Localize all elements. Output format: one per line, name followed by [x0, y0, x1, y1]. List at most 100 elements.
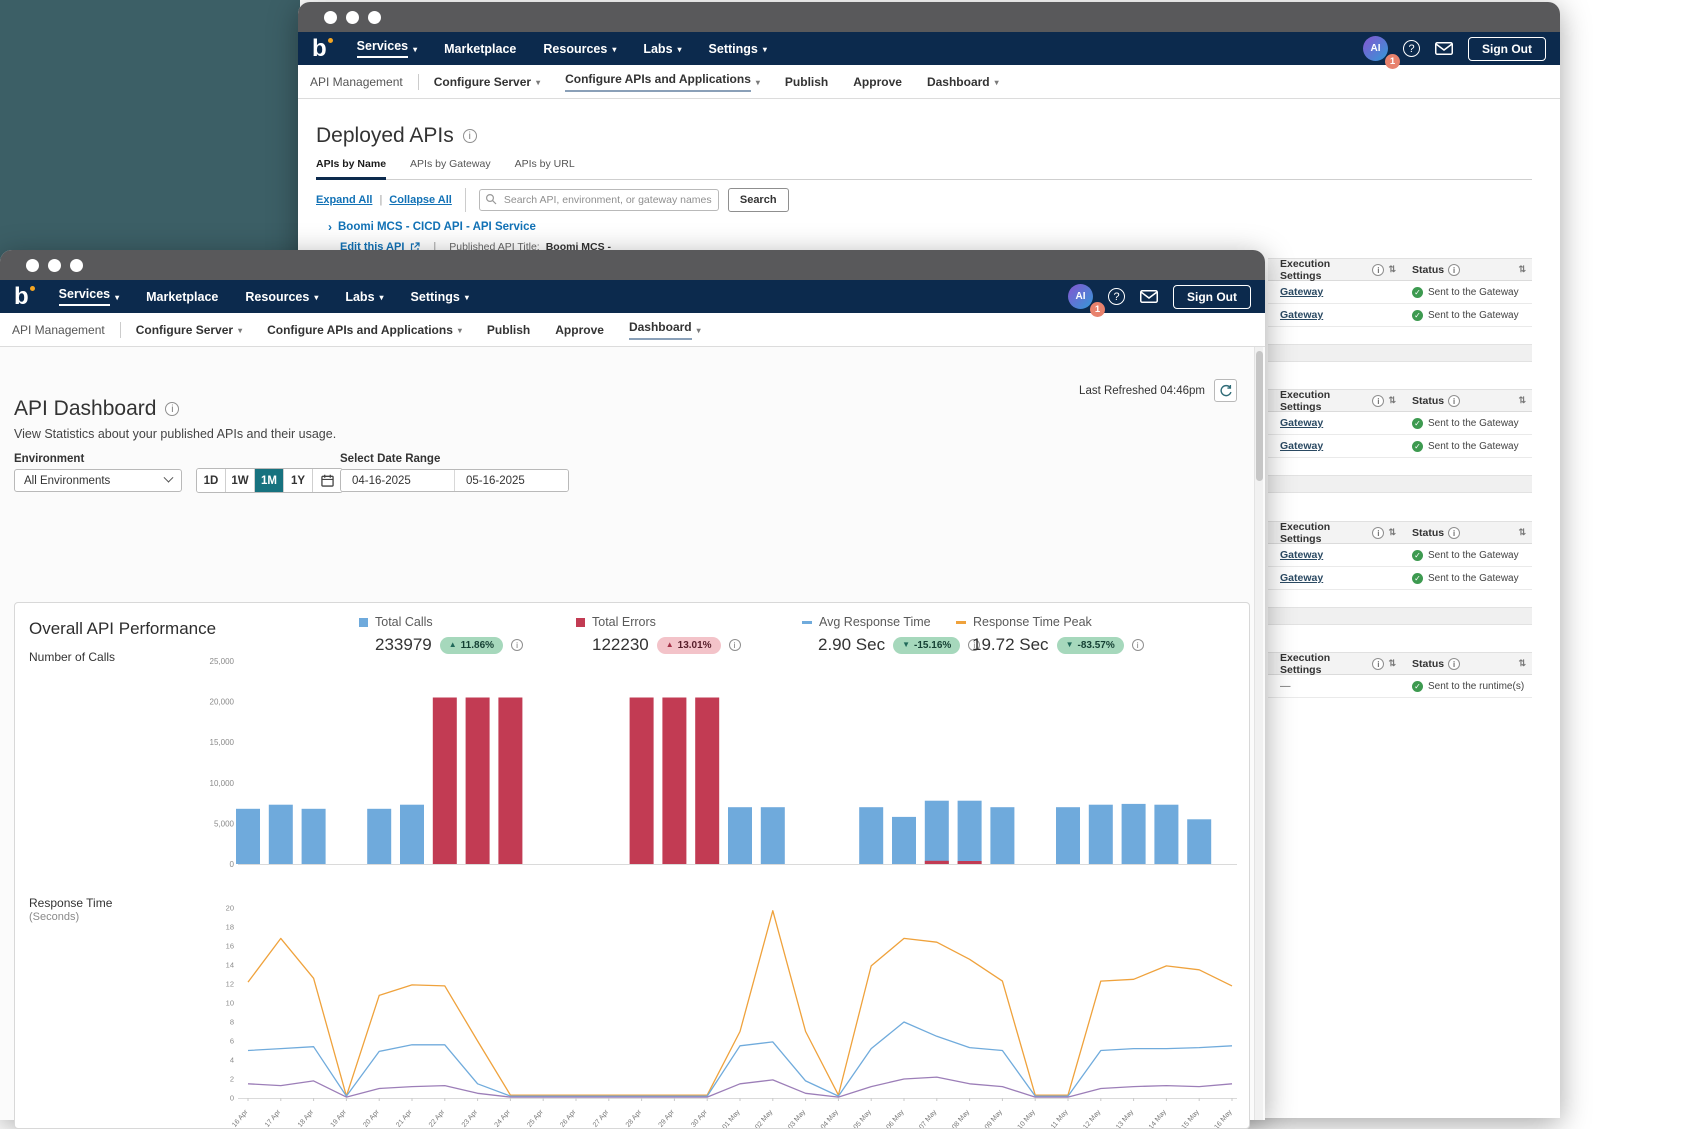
window-minimize-button[interactable]: [48, 259, 61, 272]
sign-out-button[interactable]: Sign Out: [1468, 37, 1546, 61]
tab-apis-by-gateway[interactable]: APIs by Gateway: [410, 158, 491, 179]
gateway-link[interactable]: Gateway: [1280, 440, 1323, 452]
sign-out-button[interactable]: Sign Out: [1173, 285, 1251, 309]
caret-down-icon: ▾: [612, 46, 616, 54]
info-icon[interactable]: i: [1448, 527, 1460, 539]
svg-text:25,000: 25,000: [210, 657, 235, 666]
info-icon[interactable]: i: [1372, 264, 1384, 276]
subnav-item-dashboard[interactable]: Dashboard▾: [629, 320, 701, 340]
caret-down-icon: ▾: [413, 46, 417, 54]
nav-item-labs[interactable]: Labs▾: [345, 290, 383, 304]
nav-item-services[interactable]: Services▾: [357, 39, 417, 58]
expand-all-link[interactable]: Expand All: [316, 194, 372, 206]
environment-select[interactable]: All Environments: [14, 469, 182, 492]
subnav-item-api-management[interactable]: API Management: [310, 75, 403, 89]
sort-icon[interactable]: ⇅: [1388, 395, 1396, 406]
api-list-row[interactable]: › Boomi MCS - CICD API - API Service: [328, 220, 536, 234]
info-icon[interactable]: i: [463, 129, 477, 143]
range-1w-button[interactable]: 1W: [226, 469, 255, 492]
sort-icon[interactable]: ⇅: [1518, 395, 1526, 406]
nav-item-settings[interactable]: Settings▾: [709, 42, 767, 56]
svg-text:10 May: 10 May: [1017, 1108, 1037, 1128]
date-from-input[interactable]: [341, 470, 454, 491]
caret-down-icon: ▾: [756, 78, 760, 87]
tab-apis-by-url[interactable]: APIs by URL: [515, 158, 575, 179]
sort-icon[interactable]: ⇅: [1518, 264, 1526, 275]
info-icon[interactable]: i: [165, 402, 179, 416]
nav-item-services[interactable]: Services▾: [59, 287, 119, 306]
page-title: API Dashboardi: [14, 397, 179, 421]
search-input[interactable]: [479, 189, 719, 211]
collapsed-section-row[interactable]: [1268, 344, 1532, 362]
gateway-link[interactable]: Gateway: [1280, 549, 1323, 561]
boomi-logo[interactable]: b: [14, 286, 29, 308]
mail-icon[interactable]: [1435, 42, 1453, 55]
nav-item-resources[interactable]: Resources▾: [543, 42, 616, 56]
table-row: Gateway ✓Sent to the Gateway: [1268, 544, 1532, 567]
info-icon[interactable]: i: [1372, 658, 1384, 670]
date-to-input[interactable]: [455, 470, 568, 491]
sort-icon[interactable]: ⇅: [1388, 527, 1396, 538]
status-text: Sent to the Gateway: [1428, 573, 1519, 584]
calendar-button[interactable]: [313, 469, 342, 492]
window-close-button[interactable]: [324, 11, 337, 24]
api-name-link[interactable]: Boomi MCS - CICD API - API Service: [338, 221, 536, 233]
status-text: Sent to the Gateway: [1428, 441, 1519, 452]
nav-item-marketplace[interactable]: Marketplace: [146, 290, 218, 304]
page-subtitle: View Statistics about your published API…: [14, 427, 336, 441]
nav-item-marketplace[interactable]: Marketplace: [444, 42, 516, 56]
range-1m-button[interactable]: 1M: [255, 469, 284, 492]
nav-item-resources[interactable]: Resources▾: [245, 290, 318, 304]
subnav-item-configure-server[interactable]: Configure Server▾: [434, 75, 540, 89]
check-circle-icon: ✓: [1412, 550, 1423, 561]
sort-icon[interactable]: ⇅: [1388, 264, 1396, 275]
range-1y-button[interactable]: 1Y: [284, 469, 313, 492]
subnav-item-configure-server[interactable]: Configure Server▾: [136, 323, 242, 337]
vertical-scrollbar[interactable]: [1254, 347, 1263, 1120]
nav-item-settings[interactable]: Settings▾: [411, 290, 469, 304]
nav-item-labs[interactable]: Labs▾: [643, 42, 681, 56]
gateway-link[interactable]: Gateway: [1280, 286, 1323, 298]
collapse-all-link[interactable]: Collapse All: [389, 194, 452, 206]
subnav-item-configure-apis[interactable]: Configure APIs and Applications▾: [267, 323, 462, 337]
collapsed-section-row[interactable]: [1268, 475, 1532, 493]
tab-apis-by-name[interactable]: APIs by Name: [316, 158, 386, 180]
svg-text:24 Apr: 24 Apr: [494, 1108, 513, 1128]
subnav-item-publish[interactable]: Publish: [487, 323, 530, 337]
window-maximize-button[interactable]: [70, 259, 83, 272]
sort-icon[interactable]: ⇅: [1388, 658, 1396, 669]
subnav-item-dashboard[interactable]: Dashboard▾: [927, 75, 999, 89]
sort-icon[interactable]: ⇅: [1518, 527, 1526, 538]
info-icon[interactable]: i: [1448, 658, 1460, 670]
subnav-item-configure-apis[interactable]: Configure APIs and Applications▾: [565, 72, 760, 92]
range-1d-button[interactable]: 1D: [197, 469, 226, 492]
subnav-item-approve[interactable]: Approve: [853, 75, 902, 89]
window-minimize-button[interactable]: [346, 11, 359, 24]
help-icon[interactable]: ?: [1108, 288, 1125, 305]
svg-text:8: 8: [230, 1018, 234, 1027]
subnav-item-approve[interactable]: Approve: [555, 323, 604, 337]
subnav-item-api-management[interactable]: API Management: [12, 323, 105, 337]
info-icon[interactable]: i: [1372, 395, 1384, 407]
subnav-item-publish[interactable]: Publish: [785, 75, 828, 89]
gateway-link[interactable]: Gateway: [1280, 309, 1323, 321]
collapsed-section-row[interactable]: [1268, 607, 1532, 625]
info-icon[interactable]: i: [1372, 527, 1384, 539]
boomi-logo[interactable]: b: [312, 38, 327, 60]
svg-text:04 May: 04 May: [820, 1108, 840, 1128]
help-icon[interactable]: ?: [1403, 40, 1420, 57]
mail-icon[interactable]: [1140, 290, 1158, 303]
search-button[interactable]: Search: [728, 188, 789, 212]
window-close-button[interactable]: [26, 259, 39, 272]
info-icon[interactable]: i: [1448, 395, 1460, 407]
avatar[interactable]: AI1: [1068, 284, 1093, 309]
avatar[interactable]: AI1: [1363, 36, 1388, 61]
table-header: Execution Settingsi⇅ Statusi⇅: [1268, 390, 1532, 412]
gateway-link[interactable]: Gateway: [1280, 572, 1323, 584]
refresh-button[interactable]: [1214, 379, 1237, 402]
gateway-link[interactable]: Gateway: [1280, 417, 1323, 429]
scrollbar-thumb[interactable]: [1256, 351, 1263, 481]
sort-icon[interactable]: ⇅: [1518, 658, 1526, 669]
window-maximize-button[interactable]: [368, 11, 381, 24]
info-icon[interactable]: i: [1448, 264, 1460, 276]
